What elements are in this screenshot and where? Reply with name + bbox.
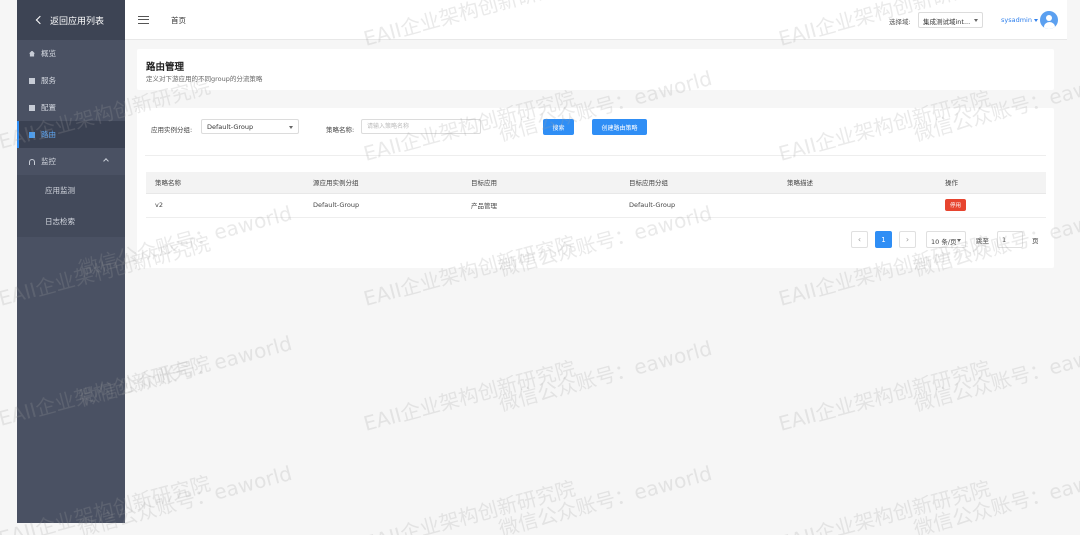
column-header: 操作 <box>936 172 1046 194</box>
username: sysadmin <box>1001 16 1032 24</box>
cell-target-app: 产品管理 <box>462 193 620 218</box>
sidebar-subitem-app-monitoring[interactable]: 应用监测 <box>17 175 125 206</box>
table-row: v2 Default-Group 产品管理 Default-Group 停用 <box>146 193 1046 218</box>
cell-policy-name: v2 <box>146 193 304 218</box>
watermark-text: EAII企业架构创新研究院 <box>775 476 993 535</box>
sidebar-item-label: 概览 <box>41 49 56 58</box>
route-table: 策略名称 源应用实例分组 目标应用 目标应用分组 策略描述 操作 v2 Defa… <box>146 172 1046 218</box>
sidebar-item-label: 服务 <box>41 76 56 85</box>
sidebar-subitem-log-search[interactable]: 日志检索 <box>17 206 125 237</box>
caret-down-icon <box>974 19 978 22</box>
page-size-select[interactable]: 10 条/页 <box>926 231 966 248</box>
sidebar-item-services[interactable]: 服务 <box>17 67 125 94</box>
chevron-up-icon <box>103 158 109 164</box>
page-number-button[interactable]: 1 <box>875 231 892 248</box>
search-button[interactable]: 搜索 <box>543 119 574 135</box>
sidebar: 返回应用列表 概览 服务 配置 路由 监控 应用监测 日志检索 <box>17 0 125 523</box>
goto-label: 跳至 <box>976 237 989 245</box>
square-icon <box>29 131 35 138</box>
disable-button[interactable]: 停用 <box>945 199 967 211</box>
divider <box>145 155 1046 156</box>
sidebar-subitem-label: 应用监测 <box>45 186 75 195</box>
sidebar-item-label: 路由 <box>41 130 56 139</box>
route-list-panel: 应用实例分组: Default-Group 策略名称: 搜索 创建路由策略 策略… <box>137 108 1054 268</box>
column-header[interactable]: 策略描述 <box>778 172 936 194</box>
square-icon <box>29 77 35 84</box>
domain-select-value: 集成测试域int... <box>923 18 971 26</box>
cell-actions: 停用 <box>936 193 1046 218</box>
caret-down-icon <box>289 125 293 129</box>
column-header[interactable]: 目标应用 <box>462 172 620 194</box>
breadcrumb[interactable]: 首页 <box>171 15 186 26</box>
prev-page-button[interactable]: ‹ <box>851 231 868 248</box>
create-route-button[interactable]: 创建路由策略 <box>592 119 647 135</box>
next-page-button[interactable]: › <box>899 231 916 248</box>
sidebar-item-overview[interactable]: 概览 <box>17 40 125 67</box>
watermark-text: EAII企业架构创新研究院 <box>360 356 578 436</box>
watermark-text: 微信公众账号：eaworld <box>911 335 1080 416</box>
sidebar-item-routing[interactable]: 路由 <box>17 121 125 148</box>
group-filter-label: 应用实例分组: <box>151 126 193 134</box>
column-header[interactable]: 源应用实例分组 <box>304 172 462 194</box>
page-title: 路由管理 <box>146 62 185 73</box>
cell-description <box>778 193 936 218</box>
page-header: 路由管理 定义对下游应用的不同group的分流策略 <box>137 49 1054 90</box>
domain-label: 选择域: <box>889 18 911 26</box>
sidebar-item-label: 监控 <box>41 157 56 166</box>
page-size-value: 10 条/页 <box>931 238 957 246</box>
name-filter-input[interactable] <box>361 119 481 134</box>
domain-select[interactable]: 集成测试域int... <box>918 12 983 28</box>
user-menu[interactable]: sysadmin <box>1001 16 1038 24</box>
top-bar: 首页 选择域: 集成测试域int... sysadmin <box>125 0 1067 40</box>
watermark-text: 微信公众账号：eaworld <box>496 335 715 416</box>
watermark-text: 微信公众账号：eaworld <box>496 460 715 535</box>
caret-down-icon <box>1034 18 1038 22</box>
cell-target-group: Default-Group <box>620 193 778 218</box>
caret-down-icon <box>957 238 961 242</box>
group-filter-select[interactable]: Default-Group <box>201 119 299 134</box>
back-to-app-list-link[interactable]: 返回应用列表 <box>17 0 125 40</box>
group-filter-value: Default-Group <box>207 123 254 131</box>
column-header[interactable]: 目标应用分组 <box>620 172 778 194</box>
column-header[interactable]: 策略名称 <box>146 172 304 194</box>
page-description: 定义对下游应用的不同group的分流策略 <box>146 75 263 83</box>
table-header-row: 策略名称 源应用实例分组 目标应用 目标应用分组 策略描述 操作 <box>146 172 1046 194</box>
sidebar-item-monitoring[interactable]: 监控 <box>17 148 125 175</box>
square-icon <box>29 104 35 111</box>
sidebar-item-label: 配置 <box>41 103 56 112</box>
watermark-text: EAII企业架构创新研究院 <box>360 476 578 535</box>
home-icon <box>29 50 35 57</box>
goto-page-input[interactable]: 1 <box>997 231 1023 248</box>
watermark-text: 微信公众账号：eaworld <box>911 460 1080 535</box>
monitor-icon <box>29 158 35 165</box>
sidebar-item-config[interactable]: 配置 <box>17 94 125 121</box>
name-filter-label: 策略名称: <box>326 126 355 134</box>
avatar[interactable] <box>1040 11 1058 29</box>
cell-source-group: Default-Group <box>304 193 462 218</box>
chevron-left-icon <box>35 15 45 25</box>
page-suffix: 页 <box>1032 237 1039 245</box>
back-label: 返回应用列表 <box>50 16 105 27</box>
watermark-text: EAII企业架构创新研究院 <box>775 356 993 436</box>
sidebar-subitem-label: 日志检索 <box>45 217 75 226</box>
menu-toggle-icon[interactable] <box>138 16 149 24</box>
